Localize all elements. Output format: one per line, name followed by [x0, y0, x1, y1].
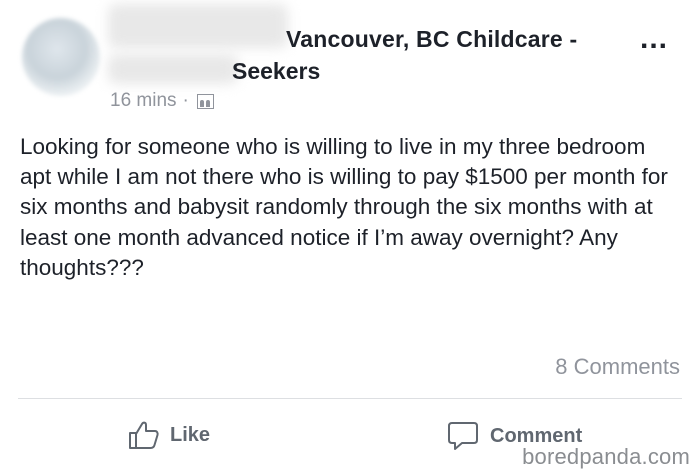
- blurred-region: [108, 4, 288, 48]
- group-name-continued[interactable]: Seekers: [232, 58, 320, 85]
- more-options-icon[interactable]: ...: [640, 22, 668, 56]
- comment-bubble-icon: [448, 422, 478, 450]
- post-meta: 16 mins ·: [110, 90, 214, 112]
- group-name[interactable]: Vancouver, BC Childcare -: [286, 26, 577, 53]
- like-label: Like: [170, 423, 211, 446]
- comments-count-link[interactable]: 8 Comments: [555, 354, 680, 380]
- facebook-post: Vancouver, BC Childcare - Seekers ... 16…: [0, 0, 700, 476]
- meta-separator: ·: [182, 90, 189, 111]
- post-timestamp[interactable]: 16 mins: [110, 90, 177, 112]
- like-button[interactable]: Like: [128, 420, 210, 450]
- source-watermark: boredpanda.com: [522, 444, 690, 469]
- post-body-text: Looking for someone who is willing to li…: [20, 134, 668, 280]
- group-privacy-icon: [196, 93, 214, 109]
- group-avatar[interactable]: [22, 18, 100, 96]
- thumbs-up-icon: [129, 421, 159, 449]
- action-divider: [18, 398, 682, 399]
- blurred-region: [108, 54, 238, 84]
